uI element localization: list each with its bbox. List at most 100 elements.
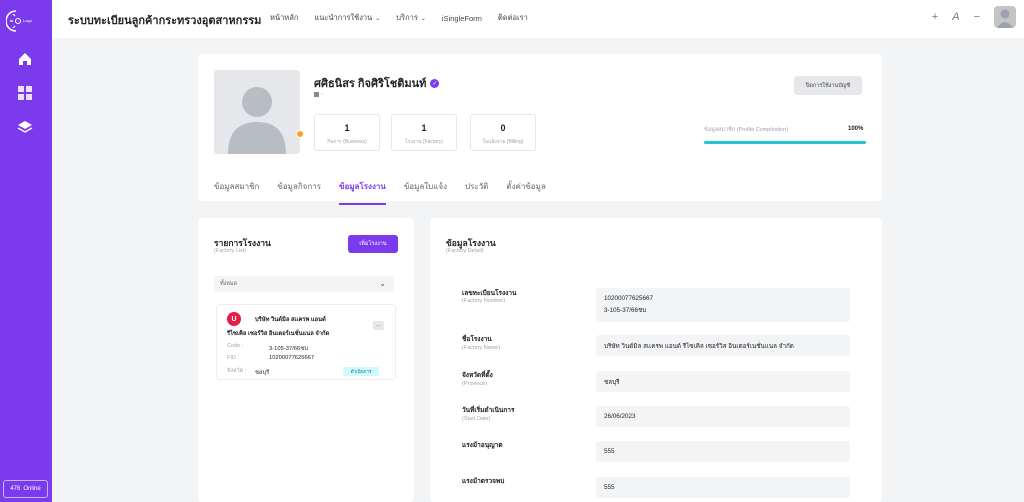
stat-billing-value: 0 bbox=[500, 123, 506, 133]
zoom-in-button[interactable]: + bbox=[932, 11, 938, 23]
nav-isingleform[interactable]: iSingleForm bbox=[442, 12, 482, 24]
add-factory-button[interactable]: เพิ่มโรงงาน bbox=[348, 235, 398, 253]
factory-name-line1: บริษัท วินด์มิล สเเครพ แอนด์ bbox=[255, 317, 326, 323]
profile-card: ศศิธนิสร กิจศิริโชติมนท์ ✓ - 1 กิจการ (B… bbox=[198, 54, 882, 205]
stat-business-label: กิจการ (Business) bbox=[327, 139, 367, 145]
user-subtext: - bbox=[321, 91, 323, 97]
chevron-down-icon: ⌄ bbox=[420, 15, 426, 22]
permitted-hp-field: 555 bbox=[596, 441, 850, 462]
online-count: 476 bbox=[10, 486, 21, 492]
province-label: จังหวัด : bbox=[227, 368, 247, 374]
square-icon bbox=[314, 91, 319, 97]
start-date-label: วันที่เริ่มดำเนินการ bbox=[462, 407, 515, 414]
status-badge: ดำเนินการ bbox=[343, 367, 379, 376]
close-account-button[interactable]: ปิดการใช้งานบัญชี bbox=[794, 76, 862, 95]
online-indicator: 476 Online bbox=[3, 480, 48, 498]
nav-contact-label: ติดต่อเรา bbox=[497, 13, 528, 22]
nav-services[interactable]: บริการ ⌄ bbox=[396, 12, 426, 24]
nav-contact[interactable]: ติดต่อเรา bbox=[498, 12, 528, 24]
province-field-value: ชลบุรี bbox=[604, 378, 620, 386]
chevron-down-icon: ⌄ bbox=[379, 279, 386, 288]
app-logo[interactable]: Logo bbox=[5, 8, 46, 34]
tab-member[interactable]: ข้อมูลสมาชิก bbox=[214, 180, 259, 205]
factory-detail-card: ข้อมูลโรงงาน (Factory Detail) เลขทะเบียน… bbox=[430, 218, 882, 502]
font-size-button[interactable]: A bbox=[952, 11, 959, 23]
stat-factory-value: 1 bbox=[421, 123, 427, 133]
nav-home-label: หน้าหลัก bbox=[270, 13, 299, 22]
stat-business-value: 1 bbox=[344, 123, 350, 133]
fid-value: 10200077625667 bbox=[269, 355, 315, 361]
factory-number-field: 10200077625667 3-105-37/66ชบ bbox=[596, 288, 850, 322]
tab-billing[interactable]: ข้อมูลใบแจ้ง bbox=[404, 180, 447, 205]
fid-label: FID : bbox=[227, 355, 239, 361]
factory-avatar: U bbox=[227, 312, 241, 326]
completion-label: ข้อมูลสมาชิก (Profile Complestion) bbox=[704, 127, 789, 133]
filter-value: ทั้งหมด bbox=[220, 281, 238, 287]
factory-name-line2: รีไซเคิล เซอร์วิส อินเตอร์เนชั่นแนล จำกั… bbox=[227, 331, 330, 337]
tab-business[interactable]: ข้อมูลกิจการ bbox=[277, 180, 321, 205]
stat-billing: 0 ใบแจ้งจ่าย (Billing) bbox=[470, 114, 536, 151]
tab-factory[interactable]: ข้อมูลโรงงาน bbox=[339, 180, 386, 205]
user-subline: - bbox=[314, 91, 323, 97]
dashboard-icon[interactable] bbox=[14, 82, 36, 104]
permitted-hp-value: 555 bbox=[604, 448, 615, 455]
user-avatar[interactable] bbox=[994, 6, 1016, 28]
province-field-sublabel: (Province) bbox=[462, 381, 488, 387]
top-nav: หน้าหลัก แนะนำการใช้งาน ⌄ บริการ ⌄ iSingle… bbox=[270, 12, 528, 24]
profile-tabs: ข้อมูลสมาชิก ข้อมูลกิจการ ข้อมูลโรงงาน ข… bbox=[214, 180, 546, 205]
factory-number-sublabel: (Factory Number) bbox=[462, 298, 506, 304]
nav-guide[interactable]: แนะนำการใช้งาน ⌄ bbox=[314, 12, 380, 24]
top-bar: ระบบทะเบียนลูกค้ากระทรวงอุตสาหกรรม หน้าห… bbox=[52, 0, 1024, 38]
logo-text: Logo bbox=[23, 18, 32, 23]
header-tools: + A − bbox=[932, 6, 1016, 28]
factory-list-subtitle: (Factory List) bbox=[214, 248, 247, 254]
user-name-text: ศศิธนิสร กิจศิริโชติมนท์ bbox=[314, 78, 427, 90]
nav-services-label: บริการ bbox=[396, 13, 418, 22]
factory-filter-select[interactable]: ทั้งหมด ⌄ bbox=[214, 276, 394, 292]
province-value: ชลบุรี bbox=[255, 370, 270, 376]
factory-list-card: รายการโรงงาน (Factory List) เพิ่มโรงงาน … bbox=[198, 218, 414, 502]
sidebar: Logo 476 Online bbox=[0, 0, 52, 502]
layers-icon[interactable] bbox=[14, 116, 36, 138]
verified-icon: ✓ bbox=[430, 78, 440, 88]
factory-number-label: เลขทะเบียนโรงงาน bbox=[462, 290, 517, 297]
stat-billing-label: ใบแจ้งจ่าย (Billing) bbox=[482, 139, 524, 145]
inspected-hp-value: 555 bbox=[604, 484, 615, 491]
factory-number-value: 10200077625667 bbox=[604, 295, 654, 302]
online-label: Online bbox=[23, 486, 41, 492]
stat-factory: 1 โรงงาน (Factory) bbox=[391, 114, 457, 151]
user-name: ศศิธนิสร กิจศิริโชติมนท์ ✓ bbox=[314, 74, 440, 92]
home-icon[interactable] bbox=[14, 48, 36, 70]
factory-code-value: 3-105-37/66ชบ bbox=[604, 307, 647, 314]
profile-photo bbox=[214, 70, 300, 154]
code-value: 3-105-37/66ชบ bbox=[269, 346, 308, 352]
stat-business: 1 กิจการ (Business) bbox=[314, 114, 380, 151]
code-label: Code : bbox=[227, 343, 244, 349]
completion-value: 100% bbox=[848, 126, 864, 132]
app-title: ระบบทะเบียนลูกค้ากระทรวงอุตสาหกรรม bbox=[68, 15, 262, 27]
permitted-hp-label: แรงม้าอนุญาต bbox=[462, 442, 503, 449]
nav-home[interactable]: หน้าหลัก bbox=[270, 12, 298, 24]
factory-list-item[interactable]: U บริษัท วินด์มิล สเเครพ แอนด์ รีไซเคิล … bbox=[216, 304, 396, 380]
tab-settings[interactable]: ตั้งค่าข้อมูล bbox=[506, 180, 545, 205]
start-date-value: 26/06/2023 bbox=[604, 413, 636, 420]
inspected-hp-field: 555 bbox=[596, 477, 850, 498]
start-date-sublabel: (Start Date) bbox=[462, 416, 491, 422]
stat-factory-label: โรงงาน (Factory) bbox=[405, 139, 443, 145]
status-dot bbox=[296, 130, 304, 138]
inspected-hp-label: แรงม้าตรวจพบ bbox=[462, 478, 505, 485]
chevron-down-icon: ⌄ bbox=[375, 15, 381, 22]
tab-history[interactable]: ประวัติ bbox=[465, 180, 488, 205]
nav-isingleform-label: iSingleForm bbox=[441, 13, 482, 23]
zoom-out-button[interactable]: − bbox=[974, 11, 980, 23]
completion-progress-bar bbox=[704, 141, 866, 144]
factory-name-value: บริษัท วินด์มิล สเเครพ แอนด์ รีไซเคิล เซ… bbox=[604, 342, 794, 350]
province-field: ชลบุรี bbox=[596, 371, 850, 392]
factory-name-label: ชื่อโรงงาน bbox=[462, 336, 492, 343]
start-date-field: 26/06/2023 bbox=[596, 406, 850, 427]
factory-detail-subtitle: (Factory Detail) bbox=[446, 248, 484, 254]
factory-name-field: บริษัท วินด์มิล สเเครพ แอนด์ รีไซเคิล เซ… bbox=[596, 335, 850, 356]
province-field-label: จังหวัดที่ตั้ง bbox=[462, 372, 493, 379]
nav-guide-label: แนะนำการใช้งาน bbox=[314, 13, 373, 22]
more-options-button[interactable]: ··· bbox=[373, 321, 384, 330]
